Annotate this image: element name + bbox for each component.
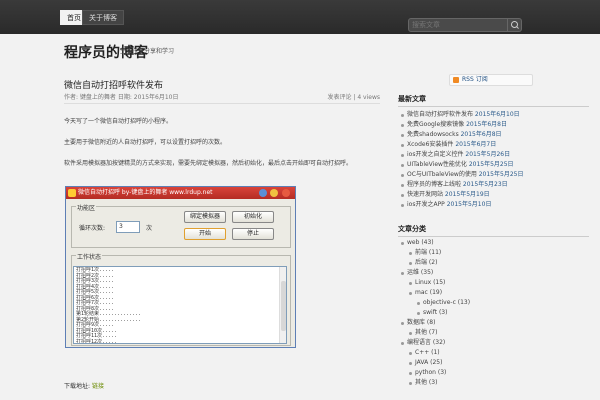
category-item[interactable]: JAVA (25) (406, 358, 594, 368)
status-log: 打招呼1次..... 打招呼2次..... 打招呼3次..... 打招呼4次.....… (73, 266, 287, 344)
recent-post-date: 2015年5月26日 (465, 151, 511, 158)
rss-label: RSS 订阅 (462, 76, 488, 83)
recent-post-title[interactable]: UITableView性能优化 (407, 161, 469, 168)
post-title[interactable]: 微信自动打招呼软件发布 (64, 78, 163, 91)
post-meta-right[interactable]: 发表评论 | 4 views (327, 92, 380, 101)
category-item[interactable]: web (43) (398, 238, 594, 248)
site-description: 生活在于分享和学习 (120, 48, 175, 55)
start-button: 开始 (184, 228, 226, 240)
download-label: 下载地址: (64, 383, 91, 390)
stop-button: 停止 (232, 228, 274, 240)
loop-count-label: 循环次数: (79, 225, 106, 232)
recent-post-title[interactable]: 免费shadowsocks (407, 131, 461, 138)
category-item[interactable]: 其他 (3) (406, 378, 594, 388)
top-navbar: 首页 关于博客 (0, 0, 600, 34)
rss-icon (453, 77, 459, 83)
help-icon (259, 189, 267, 197)
recent-post-date: 2015年5月10日 (446, 201, 492, 208)
rss-subscribe[interactable]: RSS 订阅 (449, 74, 533, 86)
post-paragraph: 今天写了一个微信自动打招呼的小程序。 (64, 118, 173, 125)
recent-post-item[interactable]: ios开发之自定义控件 2015年5月26日 (398, 150, 594, 160)
category-item[interactable]: swift (3) (414, 308, 594, 318)
categories-list: web (43) 前端 (11) 后端 (2) 运维 (35) Linux (15) ma… (398, 238, 594, 388)
minimize-icon (270, 189, 278, 197)
recent-post-title[interactable]: 程序员的博客上线啦 (407, 181, 463, 188)
post-paragraph: 软件采用模拟器加按键精灵的方式来实现，需要先绑定模拟器，然后初始化，最后点击开始… (64, 160, 353, 167)
post-meta: 作者: 键盘上的舞者 日期: 2015年6月10日 发表评论 | 4 views (64, 92, 380, 104)
window-title: 微信自动打招呼 by-键盘上的舞者 www.lrdup.net (78, 189, 213, 196)
recent-post-title[interactable]: 快速开发网站 (407, 191, 445, 198)
log-scrollbar (279, 267, 286, 343)
recent-post-item[interactable]: 程序员的博客上线啦 2015年5月23日 (398, 180, 594, 190)
category-item[interactable]: C++ (1) (406, 348, 594, 358)
tab-about[interactable]: 关于博客 (82, 10, 124, 25)
recent-post-date: 2015年5月25日 (478, 171, 524, 178)
category-item[interactable]: python (3) (406, 368, 594, 378)
recent-post-item[interactable]: Xcode6安装插件 2015年6月7日 (398, 140, 594, 150)
recent-post-title[interactable]: OC与UITbaleView的使用 (407, 171, 479, 178)
loop-count-input: 3 (116, 221, 140, 233)
app-screenshot-window: 微信自动打招呼 by-键盘上的舞者 www.lrdup.net 功能区 循环次数… (65, 186, 296, 348)
window-titlebar: 微信自动打招呼 by-键盘上的舞者 www.lrdup.net (66, 187, 295, 199)
search-input[interactable] (412, 20, 504, 30)
recent-post-title[interactable]: ios开发之自定义控件 (407, 151, 465, 158)
recent-post-item[interactable]: ios开发之APP 2015年5月10日 (398, 200, 594, 210)
status-group-label: 工作状态 (76, 252, 103, 261)
app-icon (68, 189, 76, 197)
divider (398, 236, 589, 237)
category-item[interactable]: objective-c (13) (414, 298, 594, 308)
post-paragraph: 主要用于微信附近的人自动打招呼，可以设置打招呼的次数。 (64, 139, 227, 146)
recent-post-date: 2015年6月8日 (460, 131, 502, 138)
recent-post-date: 2015年5月19日 (444, 191, 490, 198)
recent-post-date: 2015年5月25日 (468, 161, 514, 168)
category-item[interactable]: 运维 (35) (398, 268, 594, 278)
category-item[interactable]: mac (19) (406, 288, 594, 298)
category-item[interactable]: 前端 (11) (406, 248, 594, 258)
category-item[interactable]: Linux (15) (406, 278, 594, 288)
recent-post-item[interactable]: 微信自动打招呼软件发布 2015年6月10日 (398, 110, 594, 120)
recent-post-item[interactable]: 免费shadowsocks 2015年6月8日 (398, 130, 594, 140)
download-line: 下载地址: 链接 (64, 381, 104, 390)
bind-emulator-button: 绑定模拟器 (184, 211, 226, 223)
category-item[interactable]: 其他 (7) (406, 328, 594, 338)
divider (398, 106, 589, 107)
recent-post-item[interactable]: OC与UITbaleView的使用 2015年5月25日 (398, 170, 594, 180)
post-meta-left: 作者: 键盘上的舞者 日期: 2015年6月10日 (64, 94, 179, 101)
category-item[interactable]: 后端 (2) (406, 258, 594, 268)
recent-post-date: 2015年5月23日 (462, 181, 508, 188)
recent-post-title[interactable]: ios开发之APP (407, 201, 447, 208)
loop-unit: 次 (146, 225, 153, 232)
init-button: 初始化 (232, 211, 274, 223)
download-link[interactable]: 链接 (92, 383, 104, 390)
recent-post-title[interactable]: Xcode6安装插件 (407, 141, 455, 148)
recent-post-title[interactable]: 微信自动打招呼软件发布 (407, 111, 475, 118)
function-group-label: 功能区 (76, 203, 97, 212)
search-icon[interactable] (507, 19, 521, 31)
search-box (408, 18, 522, 32)
recent-post-title[interactable]: 免费Google搜索镜像 (407, 121, 466, 128)
recent-post-item[interactable]: 快速开发网站 2015年5月19日 (398, 190, 594, 200)
log-line: 打招呼12次..... (76, 338, 118, 344)
category-item[interactable]: 编程语言 (32) (398, 338, 594, 348)
close-icon (282, 189, 290, 197)
recent-post-date: 2015年6月7日 (455, 141, 497, 148)
categories-heading: 文章分类 (398, 225, 426, 233)
recent-posts-list: 微信自动打招呼软件发布 2015年6月10日 免费Google搜索镜像 2015年… (398, 110, 594, 210)
recent-post-item[interactable]: 免费Google搜索镜像 2015年6月8日 (398, 120, 594, 130)
recent-post-date: 2015年6月8日 (466, 121, 507, 128)
recent-post-item[interactable]: UITableView性能优化 2015年5月25日 (398, 160, 594, 170)
recent-post-date: 2015年6月10日 (474, 111, 520, 118)
recent-posts-heading: 最新文章 (398, 95, 426, 103)
category-item[interactable]: 数据库 (8) (398, 318, 594, 328)
